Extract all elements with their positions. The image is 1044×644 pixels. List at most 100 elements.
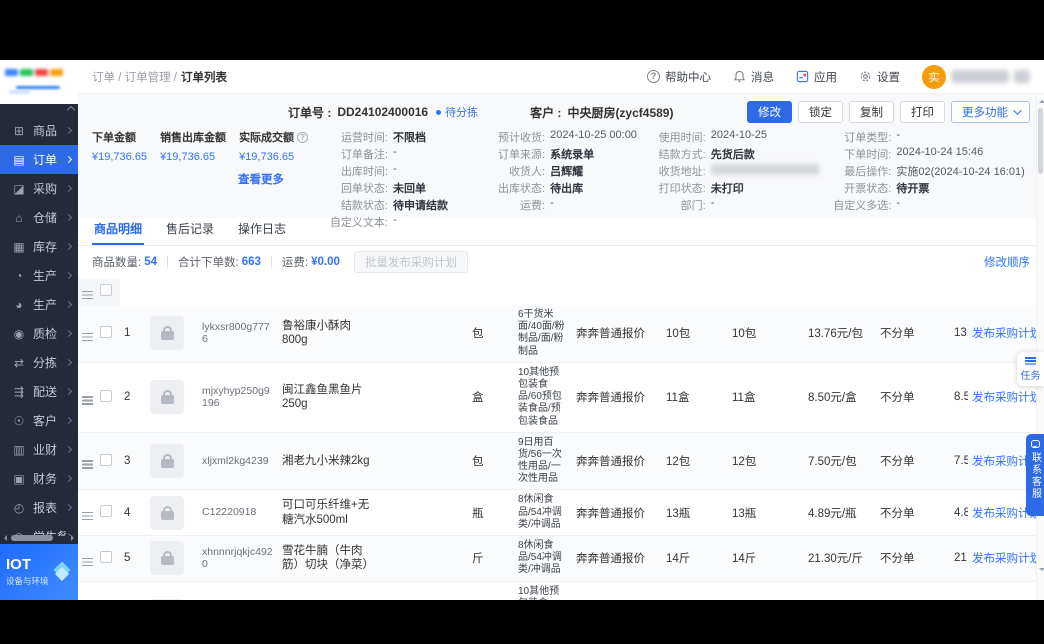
scroll-left-icon[interactable] bbox=[1, 535, 7, 541]
field-label: 结款方式: bbox=[658, 149, 706, 161]
cell-product-code: dlgrqkjc1066 bbox=[198, 581, 278, 600]
product-image-placeholder[interactable] bbox=[150, 599, 184, 600]
product-image-placeholder[interactable] bbox=[150, 495, 184, 530]
product-image-placeholder[interactable] bbox=[150, 380, 184, 415]
info-icon[interactable]: ? bbox=[297, 131, 309, 143]
field-label: 结款状态: bbox=[340, 200, 388, 212]
cell-image bbox=[146, 362, 198, 433]
sidebar-horizontal-scrollbar[interactable] bbox=[0, 534, 78, 542]
field-value: - bbox=[896, 197, 901, 209]
sidebar-item[interactable]: ◉ 质检 bbox=[0, 319, 78, 348]
select-all-checkbox[interactable] bbox=[100, 284, 112, 296]
chat-icon bbox=[1030, 440, 1040, 448]
cell-checkbox bbox=[96, 489, 120, 536]
cell-product-name: 鲁裕康小酥肉800g bbox=[278, 305, 374, 363]
row-checkbox[interactable] bbox=[100, 325, 112, 338]
scroll-right-icon[interactable] bbox=[71, 535, 77, 541]
breadcrumb[interactable]: 订单 / 订单管理 / bbox=[92, 69, 177, 85]
cell-quote-name: 奔奔普通报价 bbox=[572, 305, 662, 363]
cell-checkbox bbox=[96, 535, 120, 582]
row-checkbox[interactable] bbox=[100, 550, 112, 563]
row-checkbox[interactable] bbox=[100, 505, 112, 518]
field-value: - bbox=[393, 146, 397, 158]
cell-truncated-price: 21 bbox=[950, 535, 968, 582]
iot-subtitle: 设备与环境 bbox=[6, 576, 49, 586]
modify-button[interactable]: 修改 bbox=[747, 101, 792, 123]
sidebar-item[interactable]: ⌂ 仓储 bbox=[0, 203, 78, 232]
apps-button[interactable]: 应用 bbox=[796, 69, 837, 85]
cell-product-desc bbox=[374, 489, 468, 536]
more-functions-button[interactable]: 更多功能 bbox=[951, 101, 1030, 123]
publish-purchase-plan-link[interactable]: 发布采购计划 bbox=[972, 392, 1036, 404]
drag-handle-icon[interactable] bbox=[82, 396, 93, 398]
stat-label: 下单金额 bbox=[92, 132, 136, 144]
tasks-widget[interactable]: 任务 bbox=[1017, 352, 1044, 386]
settings-button[interactable]: 设置 bbox=[859, 69, 900, 85]
chevron-right-icon bbox=[64, 184, 73, 193]
field-row: 结款方式: 先货后款 bbox=[634, 146, 820, 163]
cell-seq: 6 bbox=[120, 581, 146, 600]
product-image-placeholder[interactable] bbox=[150, 444, 184, 479]
chevron-right-icon bbox=[64, 358, 73, 367]
product-image-placeholder[interactable] bbox=[150, 316, 184, 351]
reorder-link[interactable]: 修改顺序 bbox=[984, 254, 1030, 270]
publish-purchase-plan-link[interactable]: 发布采购计划 bbox=[972, 553, 1036, 565]
cell-product-desc bbox=[374, 581, 468, 600]
sidebar-item[interactable]: ⇶ 配送 bbox=[0, 377, 78, 406]
sidebar-item[interactable]: ◕ 生产 bbox=[0, 290, 78, 319]
product-image-placeholder[interactable] bbox=[150, 541, 184, 576]
row-checkbox[interactable] bbox=[100, 389, 112, 402]
sidebar-item[interactable]: ▦ 库存 bbox=[0, 232, 78, 261]
copy-button[interactable]: 复制 bbox=[849, 101, 894, 123]
field-row: 运营时间: 不限档 bbox=[316, 129, 473, 146]
sidebar-item[interactable]: ◴ 报表 bbox=[0, 493, 78, 522]
field-row: 出库状态: 待出库 bbox=[473, 180, 634, 197]
avatar: 实 bbox=[922, 64, 946, 89]
batch-publish-purchase-plan-button[interactable]: 批量发布采购计划 bbox=[353, 251, 468, 273]
view-more-link[interactable]: 查看更多 bbox=[92, 171, 288, 187]
sidebar-item[interactable]: ◔ 生产 bbox=[0, 261, 78, 290]
cell-checkbox bbox=[96, 362, 120, 433]
vertical-scrollbar[interactable] bbox=[1036, 94, 1044, 600]
sidebar-item[interactable]: ◪ 采购 bbox=[0, 174, 78, 203]
sidebar-item-label: 业财 bbox=[33, 443, 58, 457]
cell-split-type: 不分单 bbox=[876, 581, 950, 600]
sidebar-item[interactable]: ⇄ 分拣 bbox=[0, 348, 78, 377]
select-all-header bbox=[96, 278, 120, 305]
lock-button[interactable]: 锁定 bbox=[798, 101, 843, 123]
scroll-down-icon[interactable] bbox=[1038, 568, 1044, 574]
iot-banner[interactable]: IOT 设备与环境 bbox=[0, 544, 78, 600]
sidebar-item[interactable]: ▣ 财务 bbox=[0, 464, 78, 493]
publish-purchase-plan-link[interactable]: 发布采购计划 bbox=[972, 328, 1036, 340]
print-button[interactable]: 打印 bbox=[900, 101, 945, 123]
contact-support-button[interactable]: 联系客服 bbox=[1026, 434, 1044, 516]
sidebar-item[interactable]: ▤ 订单 bbox=[0, 145, 78, 174]
cell-drag bbox=[78, 489, 96, 536]
sidebar-item-icon: ☉ bbox=[13, 413, 25, 428]
scrollbar-thumb[interactable] bbox=[1038, 108, 1043, 174]
scrollbar-thumb[interactable] bbox=[11, 535, 53, 541]
sidebar-item[interactable]: ☉ 客户 bbox=[0, 406, 78, 435]
row-checkbox[interactable] bbox=[100, 453, 112, 466]
cell-split-type: 不分单 bbox=[876, 432, 950, 491]
cell-checkbox bbox=[96, 305, 120, 363]
help-center-button[interactable]: ? 帮助中心 bbox=[647, 69, 711, 85]
messages-button[interactable]: 消息 bbox=[733, 69, 774, 85]
sidebar-item[interactable]: ⊞ 商品 bbox=[0, 116, 78, 145]
cell-product-name: 可口可乐纤维+无糖汽水500ml bbox=[278, 489, 374, 536]
sidebar-scroll-up-icon[interactable] bbox=[66, 105, 76, 115]
cell-order-qty: 13瓶 bbox=[662, 489, 728, 536]
drag-handle-icon[interactable] bbox=[82, 557, 93, 560]
scroll-up-icon[interactable] bbox=[1038, 97, 1044, 103]
user-account[interactable]: 实 bbox=[922, 64, 1030, 89]
cell-truncated-price: 7.5 bbox=[950, 432, 968, 491]
drag-handle-icon[interactable] bbox=[82, 460, 93, 462]
field-value: 系统录单 bbox=[550, 149, 595, 161]
drag-handle-icon[interactable] bbox=[82, 511, 93, 514]
field-row: 开票状态: 待开票 bbox=[819, 180, 1030, 197]
order-detail-panel: 订单号 : DD24102400016 待分拣 客户 : 中央厨房(zycf45… bbox=[78, 94, 1044, 229]
field-value: 2024-10-25 bbox=[710, 129, 767, 141]
sidebar-item[interactable]: ▥ 业财 bbox=[0, 435, 78, 464]
drag-handle-icon[interactable] bbox=[82, 332, 93, 335]
stat-value: ¥19,736.65 bbox=[239, 151, 295, 163]
